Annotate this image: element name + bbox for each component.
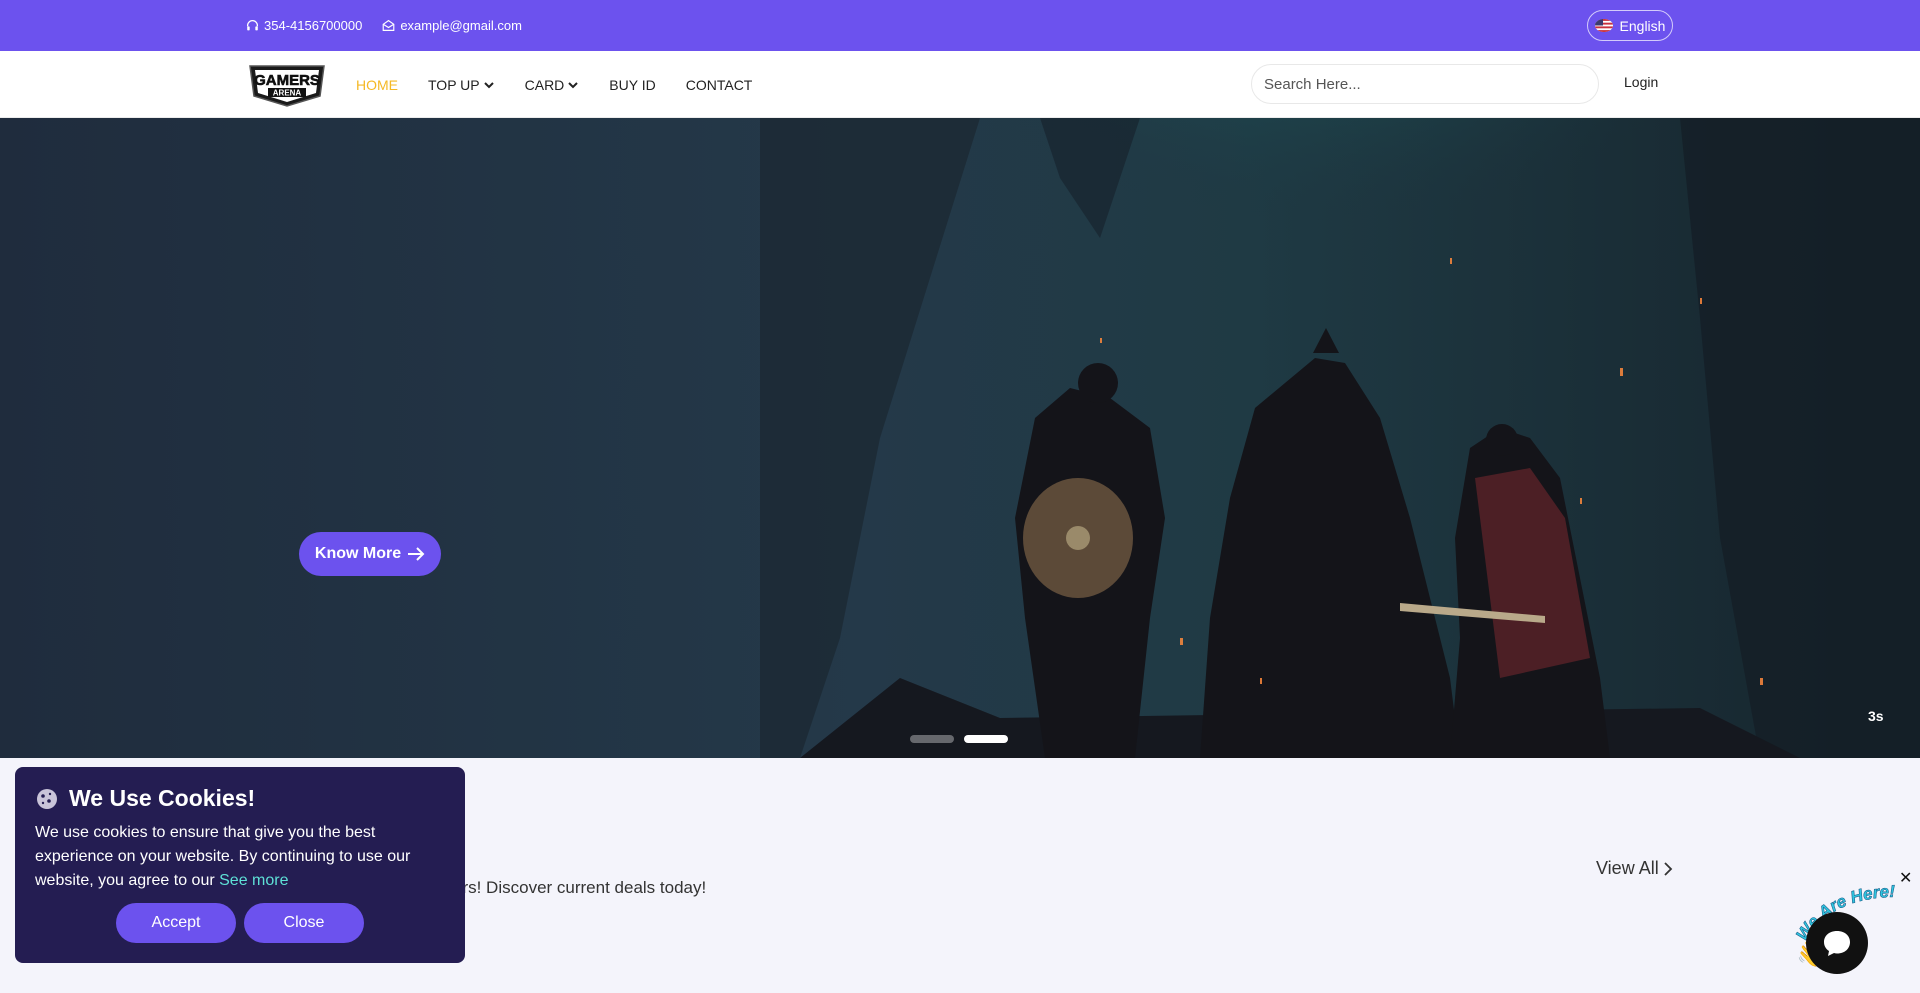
slide-timer: 3s <box>1868 708 1884 724</box>
slider-pagination <box>910 735 1008 743</box>
hero-slider: Know More 3s <box>0 118 1920 758</box>
search-input[interactable] <box>1251 64 1599 104</box>
headset-icon <box>246 20 259 31</box>
phone-number: 354-4156700000 <box>264 18 363 33</box>
login-link[interactable]: Login <box>1624 74 1658 90</box>
nav-top-up-label: TOP UP <box>428 76 480 93</box>
nav-buy-id-label: BUY ID <box>609 76 656 93</box>
nav-card-label: CARD <box>524 76 565 93</box>
see-more-link[interactable]: See more <box>219 872 288 889</box>
chat-launcher-button[interactable] <box>1806 912 1868 974</box>
arrow-right-icon <box>408 547 425 561</box>
nav-buy-id[interactable]: BUY ID <box>609 77 655 93</box>
email-address: example@gmail.com <box>400 18 522 33</box>
nav-contact[interactable]: CONTACT <box>686 77 753 93</box>
email-contact[interactable]: example@gmail.com <box>382 18 522 33</box>
hero-banner-image <box>0 118 1920 758</box>
know-more-button[interactable]: Know More <box>299 532 441 576</box>
language-label: English <box>1619 17 1666 34</box>
contact-info: 354-4156700000 example@gmail.com <box>246 0 542 51</box>
accept-cookies-button[interactable]: Accept <box>116 903 236 943</box>
cookie-body: We use cookies to ensure that give you t… <box>35 821 435 893</box>
chevron-right-icon <box>1664 861 1672 876</box>
view-all-link[interactable]: View All <box>1596 858 1673 879</box>
phone-contact[interactable]: 354-4156700000 <box>246 18 362 33</box>
logo-text-bottom: ARENA <box>273 89 302 98</box>
view-all-label: View All <box>1596 858 1659 878</box>
nav-contact-label: CONTACT <box>685 76 753 93</box>
us-flag-icon <box>1594 19 1613 32</box>
nav-card[interactable]: CARD <box>525 77 580 93</box>
section-subtitle: ers! Discover current deals today! <box>453 878 707 897</box>
main-navbar: GAMERS ARENA HOME TOP UP CARD BUY ID CON… <box>0 51 1920 118</box>
cookie-title: We Use Cookies! <box>35 785 255 812</box>
nav-home[interactable]: HOME <box>356 77 398 93</box>
gamers-arena-logo[interactable]: GAMERS ARENA <box>246 60 328 108</box>
language-selector[interactable]: English <box>1587 10 1673 41</box>
close-cookies-button[interactable]: Close <box>244 903 364 943</box>
top-bar: 354-4156700000 example@gmail.com English <box>0 0 1920 51</box>
chat-bubble-icon <box>1824 931 1850 956</box>
slider-dot-1[interactable] <box>910 735 954 743</box>
logo-text-top: GAMERS <box>254 72 320 89</box>
chevron-down-icon <box>568 81 579 88</box>
slider-dot-2[interactable] <box>964 735 1008 743</box>
cookie-icon <box>37 788 57 809</box>
envelope-icon <box>382 19 395 31</box>
nav-home-label: HOME <box>356 76 398 93</box>
chevron-down-icon <box>483 81 494 88</box>
know-more-label: Know More <box>314 545 402 562</box>
cookie-title-text: We Use Cookies! <box>69 785 256 811</box>
primary-nav: HOME TOP UP CARD BUY ID CONTACT <box>356 51 752 118</box>
cookie-banner: We Use Cookies! We use cookies to ensure… <box>15 767 465 963</box>
nav-top-up[interactable]: TOP UP <box>428 77 495 93</box>
